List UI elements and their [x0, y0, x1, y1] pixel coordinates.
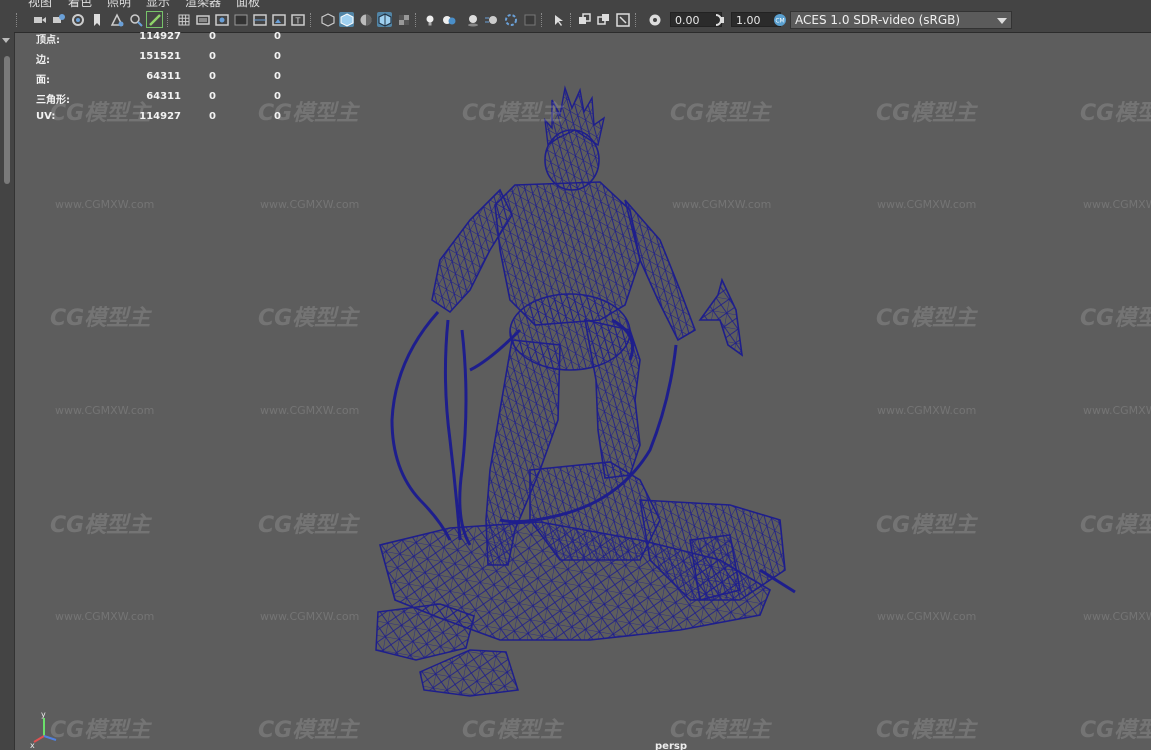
- hud-label: 边:: [36, 55, 50, 66]
- hud-value: 0: [274, 111, 281, 122]
- hud-label: 面:: [36, 75, 50, 86]
- hud-value: 114927: [139, 31, 181, 42]
- maya-viewport-window: 视图 着色 照明 显示 渲染器 面板 T 0.00 1.00 CM ACES 1…: [0, 0, 1151, 750]
- hud-value: 0: [209, 111, 216, 122]
- hud-value: 0: [274, 91, 281, 102]
- hud-row-vertices: 顶点: 114927 0 0: [36, 31, 296, 46]
- hud-row-uvs: UV: 114927 0 0: [36, 111, 296, 125]
- hud-value: 64311: [146, 91, 181, 102]
- hud-value: 0: [274, 31, 281, 42]
- hud-value: 151521: [139, 51, 181, 62]
- hud-value: 0: [274, 51, 281, 62]
- chain: [458, 329, 472, 546]
- character-wireframe-model[interactable]: [375, 85, 796, 697]
- crate: [529, 461, 661, 561]
- hud-label: 顶点:: [36, 35, 60, 46]
- hud-row-faces: 面: 64311 0 0: [36, 71, 296, 86]
- hud-label: 三角形:: [36, 95, 70, 106]
- torso: [494, 181, 641, 326]
- chain: [390, 310, 452, 541]
- hud-value: 0: [209, 51, 216, 62]
- blade: [698, 277, 744, 357]
- camera-name-label: persp: [655, 741, 687, 750]
- chain: [443, 319, 462, 541]
- axis-label-x: x: [30, 741, 35, 750]
- axis-gizmo: y x: [30, 710, 57, 750]
- hud-value: 0: [209, 31, 216, 42]
- axis-label-y: y: [41, 710, 46, 719]
- rock-fragment: [419, 649, 519, 697]
- hud-value: 0: [209, 91, 216, 102]
- hud-value: 114927: [139, 111, 181, 122]
- hud-row-triangles: 三角形: 64311 0 0: [36, 91, 296, 106]
- hud-value: 0: [209, 71, 216, 82]
- hud-label: UV:: [36, 111, 56, 122]
- hud-value: 64311: [146, 71, 181, 82]
- hud-row-edges: 边: 151521 0 0: [36, 51, 296, 66]
- hud-value: 0: [274, 71, 281, 82]
